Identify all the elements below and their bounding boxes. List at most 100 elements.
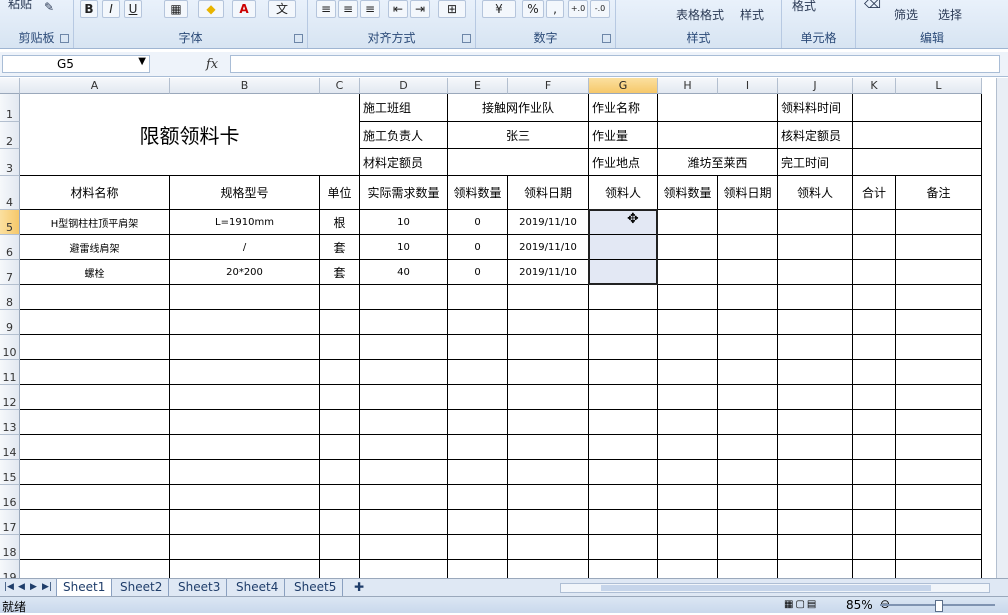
cell-k18[interactable] xyxy=(853,535,896,560)
cell-a7[interactable]: 螺栓 xyxy=(20,260,170,285)
cell-a11[interactable] xyxy=(20,360,170,385)
cell-l17[interactable] xyxy=(896,510,982,535)
view-buttons-icon[interactable]: ▦▢▤ xyxy=(784,599,818,610)
cell-l19[interactable] xyxy=(896,560,982,578)
cell-h15[interactable] xyxy=(658,460,718,485)
cell-k5[interactable] xyxy=(853,210,896,235)
cell-a15[interactable] xyxy=(20,460,170,485)
decrease-indent-icon[interactable]: ⇤ xyxy=(388,0,408,18)
cell-d17[interactable] xyxy=(360,510,448,535)
cell-h14[interactable] xyxy=(658,435,718,460)
cell-c5[interactable]: 根 xyxy=(320,210,360,235)
cell-g10[interactable] xyxy=(589,335,658,360)
cell-j17[interactable] xyxy=(778,510,853,535)
cell-h1[interactable] xyxy=(658,94,778,122)
cell-k7[interactable] xyxy=(853,260,896,285)
cell-e16[interactable] xyxy=(448,485,508,510)
header-cell-f[interactable]: 领料日期 xyxy=(508,176,589,210)
cell-i19[interactable] xyxy=(718,560,778,578)
percent-button[interactable]: % xyxy=(522,0,544,18)
next-sheet-icon[interactable]: ▶ xyxy=(30,582,37,592)
cell-j16[interactable] xyxy=(778,485,853,510)
cell-e3[interactable] xyxy=(448,149,589,176)
header-cell-e[interactable]: 领料数量 xyxy=(448,176,508,210)
header-cell-g[interactable]: 领料人 xyxy=(589,176,658,210)
cell-b15[interactable] xyxy=(170,460,320,485)
row-header-3[interactable]: 3 xyxy=(0,149,20,176)
cell-e17[interactable] xyxy=(448,510,508,535)
increase-decimal-button[interactable]: +.0 xyxy=(568,0,588,18)
column-header-a[interactable]: A xyxy=(20,78,170,94)
cell-j13[interactable] xyxy=(778,410,853,435)
cell-i12[interactable] xyxy=(718,385,778,410)
cell-f18[interactable] xyxy=(508,535,589,560)
cell-e18[interactable] xyxy=(448,535,508,560)
cell-b10[interactable] xyxy=(170,335,320,360)
cell-j11[interactable] xyxy=(778,360,853,385)
cell-h13[interactable] xyxy=(658,410,718,435)
cell-l16[interactable] xyxy=(896,485,982,510)
cell-k6[interactable] xyxy=(853,235,896,260)
cell-l14[interactable] xyxy=(896,435,982,460)
cell-f14[interactable] xyxy=(508,435,589,460)
header-cell-i[interactable]: 领料日期 xyxy=(718,176,778,210)
cell-d3[interactable]: 材料定额员 xyxy=(360,149,448,176)
cell-i9[interactable] xyxy=(718,310,778,335)
chevron-down-icon[interactable]: ▼ xyxy=(138,56,146,67)
cell-c16[interactable] xyxy=(320,485,360,510)
cell-f19[interactable] xyxy=(508,560,589,578)
cell-e1[interactable]: 接触网作业队 xyxy=(448,94,589,122)
cell-d10[interactable] xyxy=(360,335,448,360)
cell-i13[interactable] xyxy=(718,410,778,435)
cell-e15[interactable] xyxy=(448,460,508,485)
cell-j10[interactable] xyxy=(778,335,853,360)
cell-d2[interactable]: 施工负责人 xyxy=(360,122,448,149)
cell-c15[interactable] xyxy=(320,460,360,485)
cell-b18[interactable] xyxy=(170,535,320,560)
align-right-icon[interactable]: ≡ xyxy=(360,0,380,18)
cell-i11[interactable] xyxy=(718,360,778,385)
cell-k2[interactable] xyxy=(853,122,982,149)
tab-sheet1[interactable]: Sheet1 xyxy=(56,579,113,596)
cell-a12[interactable] xyxy=(20,385,170,410)
cell-h9[interactable] xyxy=(658,310,718,335)
cell-j18[interactable] xyxy=(778,535,853,560)
column-header-c[interactable]: C xyxy=(320,78,360,94)
horizontal-scroll-thumb[interactable] xyxy=(601,585,931,591)
cell-g16[interactable] xyxy=(589,485,658,510)
cell-c7[interactable]: 套 xyxy=(320,260,360,285)
header-cell-l[interactable]: 备注 xyxy=(896,176,982,210)
cell-i5[interactable] xyxy=(718,210,778,235)
cell-b19[interactable] xyxy=(170,560,320,578)
cell-d16[interactable] xyxy=(360,485,448,510)
row-header-8[interactable]: 8 xyxy=(0,285,20,310)
cell-g12[interactable] xyxy=(589,385,658,410)
row-header-13[interactable]: 13 xyxy=(0,410,20,435)
name-box[interactable]: G5 ▼ xyxy=(2,55,150,73)
align-left-icon[interactable]: ≡ xyxy=(316,0,336,18)
cell-h7[interactable] xyxy=(658,260,718,285)
cell-k14[interactable] xyxy=(853,435,896,460)
cell-k1[interactable] xyxy=(853,94,982,122)
cell-b17[interactable] xyxy=(170,510,320,535)
decrease-decimal-button[interactable]: -.0 xyxy=(590,0,610,18)
cell-f8[interactable] xyxy=(508,285,589,310)
column-header-l[interactable]: L xyxy=(896,78,982,94)
tab-sheet4[interactable]: Sheet4 xyxy=(230,579,286,596)
cell-b12[interactable] xyxy=(170,385,320,410)
cell-l8[interactable] xyxy=(896,285,982,310)
cell-f7[interactable]: 2019/11/10 xyxy=(508,260,589,285)
cell-b6[interactable]: / xyxy=(170,235,320,260)
first-sheet-icon[interactable]: |◀ xyxy=(4,582,14,592)
cell-d9[interactable] xyxy=(360,310,448,335)
phonetic-button[interactable]: 文 xyxy=(268,0,296,18)
cell-f16[interactable] xyxy=(508,485,589,510)
cell-l18[interactable] xyxy=(896,535,982,560)
cell-e8[interactable] xyxy=(448,285,508,310)
cell-g13[interactable] xyxy=(589,410,658,435)
cell-i16[interactable] xyxy=(718,485,778,510)
column-header-k[interactable]: K xyxy=(853,78,896,94)
cell-i6[interactable] xyxy=(718,235,778,260)
cell-l9[interactable] xyxy=(896,310,982,335)
row-header-14[interactable]: 14 xyxy=(0,435,20,460)
